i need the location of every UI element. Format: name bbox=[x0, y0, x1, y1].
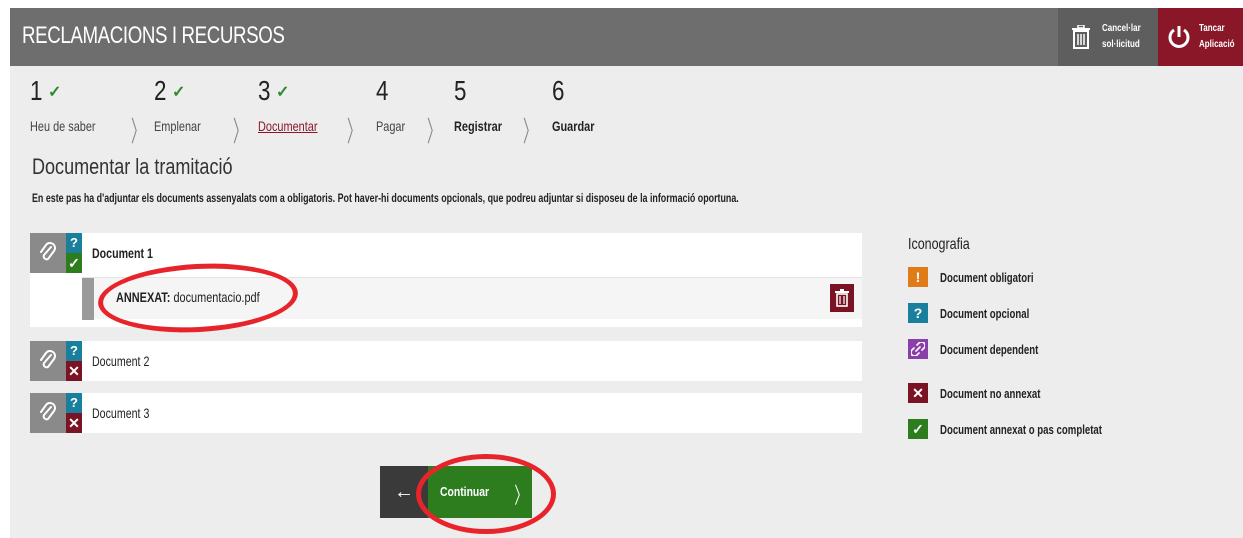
step-5[interactable]: 5 Registrar bbox=[454, 75, 502, 135]
check-icon: ✓ bbox=[908, 419, 928, 439]
icon-legend: Iconografia ! Document obligatori ? Docu… bbox=[908, 236, 1168, 439]
check-icon: ✓ bbox=[48, 84, 62, 101]
step-2-number: 2 bbox=[154, 75, 167, 106]
step-1-number: 1 bbox=[30, 75, 43, 106]
document-name: Document 1 bbox=[92, 245, 153, 261]
optional-icon: ? bbox=[66, 233, 82, 253]
legend-item: ✓ Document annexat o pas completat bbox=[908, 418, 1159, 440]
step-5-number: 5 bbox=[454, 75, 467, 106]
legend-item: ! Document obligatori bbox=[908, 266, 1066, 288]
cancel-label-line1: Cancel·lar bbox=[1102, 23, 1141, 34]
optional-icon: ? bbox=[66, 393, 82, 413]
legend-label: Document annexat o pas completat bbox=[940, 421, 1102, 437]
attachment-stub bbox=[82, 278, 94, 320]
paperclip-icon bbox=[40, 402, 56, 421]
step-1[interactable]: 1 ✓ Heu de saber bbox=[30, 75, 96, 135]
document-name: Document 3 bbox=[92, 405, 150, 421]
optional-icon: ? bbox=[66, 341, 82, 361]
section-title: Documentar la tramitació bbox=[32, 154, 233, 179]
step-6[interactable]: 6 Guardar bbox=[552, 75, 594, 135]
trash-icon bbox=[835, 289, 849, 307]
cancel-label-line2: sol·licitud bbox=[1102, 39, 1140, 50]
link-icon bbox=[908, 339, 928, 359]
step-separator: 〉 bbox=[233, 116, 248, 147]
step-6-label: Guardar bbox=[552, 118, 595, 134]
document-name: Document 2 bbox=[92, 353, 150, 369]
document-row: ? ✕ Document 2 bbox=[30, 341, 862, 381]
paperclip-icon bbox=[40, 350, 56, 369]
step-4-number: 4 bbox=[376, 75, 389, 106]
legend-label: Document opcional bbox=[940, 305, 1030, 321]
legend-item: ✕ Document no annexat bbox=[908, 382, 1076, 404]
annotation-ellipse bbox=[416, 454, 556, 534]
step-1-label: Heu de saber bbox=[30, 118, 96, 134]
step-separator: 〉 bbox=[347, 116, 362, 147]
top-bar: RECLAMACIONS I RECURSOS Cancel·lar sol·l… bbox=[10, 8, 1243, 66]
attach-button[interactable] bbox=[30, 393, 66, 433]
legend-label: Document obligatori bbox=[940, 269, 1034, 285]
close-label-line1: Tancar bbox=[1198, 23, 1225, 34]
step-3-number: 3 bbox=[258, 75, 271, 106]
legend-item: ? Document opcional bbox=[908, 302, 1061, 324]
document-row: ? ✕ Document 3 bbox=[30, 393, 862, 433]
app-title: RECLAMACIONS I RECURSOS bbox=[22, 22, 285, 49]
step-separator: 〉 bbox=[131, 116, 146, 147]
check-icon: ✓ bbox=[66, 253, 82, 273]
check-icon: ✓ bbox=[172, 84, 186, 101]
mandatory-icon: ! bbox=[908, 267, 928, 287]
trash-icon bbox=[1066, 22, 1096, 52]
close-app-button[interactable]: Tancar Aplicació bbox=[1158, 8, 1243, 66]
step-4-label: Pagar bbox=[376, 118, 406, 134]
attach-button[interactable] bbox=[30, 233, 66, 273]
delete-attachment-button[interactable] bbox=[830, 284, 854, 312]
section-description: En este pas ha d'adjuntar els documents … bbox=[32, 191, 739, 205]
document-status: ? ✕ bbox=[66, 341, 82, 381]
step-separator: 〉 bbox=[427, 116, 442, 147]
cross-icon: ✕ bbox=[66, 361, 82, 381]
step-3[interactable]: 3 ✓ Documentar bbox=[258, 75, 317, 135]
cancel-request-button[interactable]: Cancel·lar sol·licitud bbox=[1058, 8, 1158, 66]
attach-button[interactable] bbox=[30, 341, 66, 381]
step-6-number: 6 bbox=[552, 75, 565, 106]
step-2[interactable]: 2 ✓ Emplenar bbox=[154, 75, 201, 135]
legend-title: Iconografia bbox=[908, 236, 970, 253]
step-4[interactable]: 4 Pagar bbox=[376, 75, 405, 135]
step-3-label: Documentar bbox=[258, 118, 318, 134]
document-status: ? ✓ bbox=[66, 233, 82, 273]
step-separator: 〉 bbox=[523, 116, 538, 147]
power-icon bbox=[1166, 22, 1193, 52]
legend-label: Document no annexat bbox=[940, 385, 1041, 401]
page-background: RECLAMACIONS I RECURSOS Cancel·lar sol·l… bbox=[10, 8, 1243, 538]
cross-icon: ✕ bbox=[66, 413, 82, 433]
check-icon: ✓ bbox=[276, 84, 290, 101]
cross-icon: ✕ bbox=[908, 383, 928, 403]
legend-label: Document dependent bbox=[940, 341, 1039, 357]
paperclip-icon bbox=[40, 242, 56, 261]
legend-item: Document dependent bbox=[908, 338, 1073, 360]
document-status: ? ✕ bbox=[66, 393, 82, 433]
step-5-label: Registrar bbox=[454, 118, 502, 134]
step-2-label: Emplenar bbox=[154, 118, 201, 134]
close-label-line2: Aplicació bbox=[1198, 39, 1235, 50]
optional-icon: ? bbox=[908, 303, 928, 323]
